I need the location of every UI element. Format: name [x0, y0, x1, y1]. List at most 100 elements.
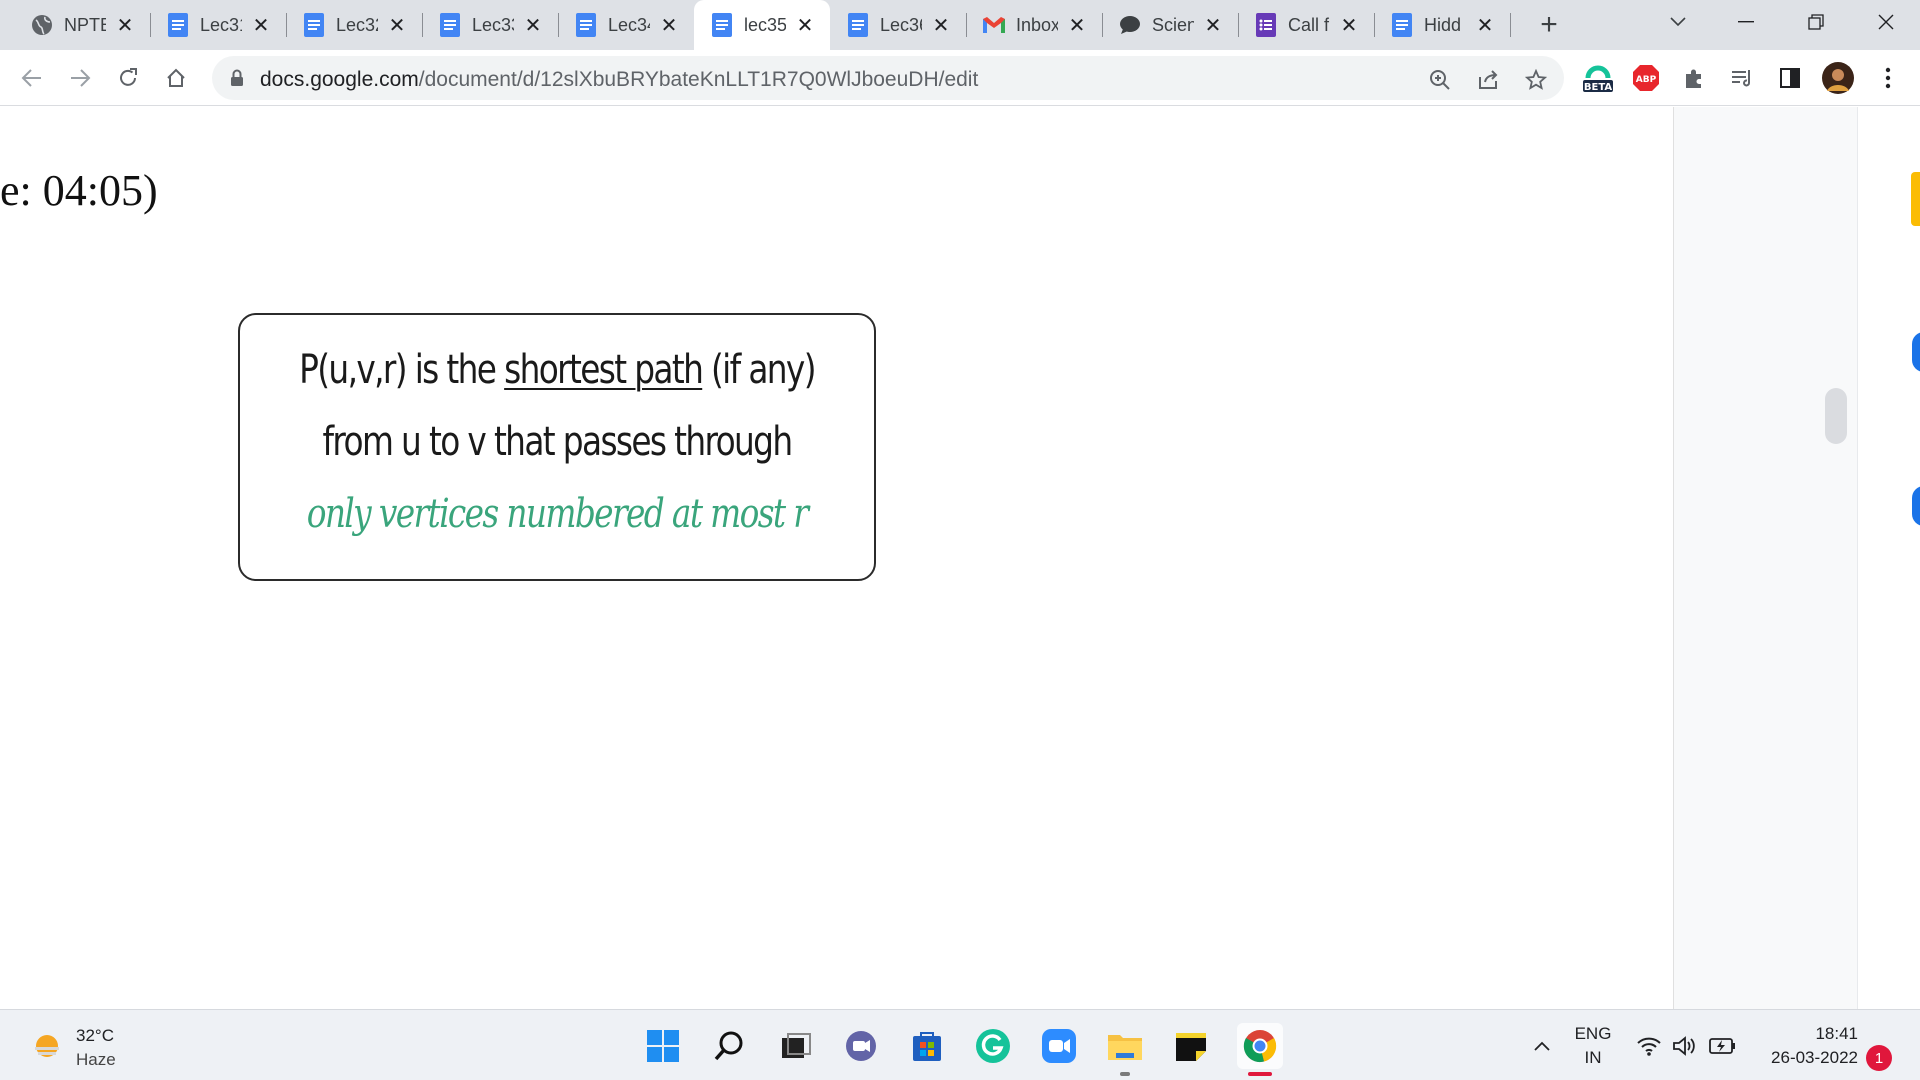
reload-icon[interactable]: [112, 62, 144, 94]
tab-title: Lec31: [200, 14, 242, 35]
scrollbar-thumb[interactable]: [1825, 388, 1847, 444]
sticky-notes-icon[interactable]: [1171, 1026, 1211, 1066]
chrome-active-indicator: [1248, 1072, 1272, 1076]
reading-list-icon[interactable]: [1724, 60, 1760, 96]
url-text: docs.google.com/document/d/12slXbuBRYbat…: [260, 68, 979, 91]
extensions-puzzle-icon[interactable]: [1676, 60, 1712, 96]
tab-strip: NPTE✕Lec31✕Lec32✕Lec33✕Lec34✕lec35✕Lec36…: [0, 0, 1920, 50]
wifi-icon[interactable]: [1630, 1026, 1668, 1066]
tab-title: Lec36: [880, 14, 922, 35]
weather-temperature: 32°C: [76, 1026, 114, 1045]
profile-avatar-icon[interactable]: [1820, 60, 1856, 96]
close-tab-icon[interactable]: ✕: [930, 14, 952, 37]
grammarly-beta-extension-icon[interactable]: BETA: [1580, 60, 1616, 96]
tab-title: NPTE: [64, 14, 106, 35]
browser-tab-6[interactable]: lec35 ✕: [694, 0, 830, 50]
file-explorer-running-indicator: [1120, 1072, 1130, 1076]
home-icon[interactable]: [160, 62, 192, 94]
close-tab-icon[interactable]: ✕: [114, 14, 136, 37]
search-icon[interactable]: [709, 1026, 749, 1066]
close-tab-icon[interactable]: ✕: [794, 14, 816, 37]
zoom-icon[interactable]: [1426, 66, 1454, 94]
close-tab-icon[interactable]: ✕: [1338, 14, 1360, 37]
windows-taskbar: 32°C Haze ENG IN 18:41 26-03-2022 1: [0, 1009, 1920, 1080]
volume-icon[interactable]: [1666, 1026, 1704, 1066]
browser-menu-icon[interactable]: [1870, 60, 1906, 96]
tab-title: Hidd: [1424, 14, 1462, 35]
battery-charging-icon[interactable]: [1704, 1026, 1742, 1066]
close-tab-icon[interactable]: ✕: [658, 14, 680, 37]
browser-tab-9[interactable]: Scien ✕: [1102, 0, 1238, 50]
browser-tab-8[interactable]: Inbox ✕: [966, 0, 1102, 50]
slide-line-3: only vertices numbered at most r: [306, 491, 809, 537]
restore-icon[interactable]: [1786, 0, 1846, 44]
slide-image-box[interactable]: P(u,v,r) is the shortest path (if any) f…: [238, 313, 876, 581]
docs-side-toolbar: [1857, 107, 1920, 1009]
browser-tab-11[interactable]: Hidd ✕: [1374, 0, 1510, 50]
zoom-app-icon[interactable]: [1039, 1026, 1079, 1066]
docs-icon: [574, 13, 598, 37]
document-heading-fragment: e: 04:05): [0, 166, 158, 215]
document-canvas[interactable]: e: 04:05) P(u,v,r) is the shortest path …: [0, 107, 1673, 1009]
browser-tab-3[interactable]: Lec32 ✕: [286, 0, 422, 50]
browser-tab-1[interactable]: NPTE ✕: [14, 0, 150, 50]
calendar-icon[interactable]: [1912, 332, 1920, 372]
language-indicator-bottom[interactable]: IN: [1568, 1048, 1618, 1068]
forward-icon[interactable]: [64, 62, 96, 94]
task-view-icon[interactable]: [775, 1026, 815, 1066]
close-tab-icon[interactable]: ✕: [250, 14, 272, 37]
docs-icon: [710, 13, 734, 37]
tab-title: lec35: [744, 14, 786, 35]
globe-icon: [30, 13, 54, 37]
browser-tab-10[interactable]: Call f ✕: [1238, 0, 1374, 50]
browser-tab-4[interactable]: Lec33 ✕: [422, 0, 558, 50]
close-tab-icon[interactable]: ✕: [522, 14, 544, 37]
close-tab-icon[interactable]: ✕: [1474, 14, 1496, 37]
clock-date[interactable]: 26-03-2022: [1748, 1048, 1858, 1068]
new-tab-button[interactable]: +: [1532, 8, 1566, 42]
start-menu-icon[interactable]: [643, 1026, 683, 1066]
teams-chat-icon[interactable]: [841, 1026, 881, 1066]
notification-badge[interactable]: 1: [1866, 1045, 1892, 1071]
docs-icon: [302, 13, 326, 37]
back-icon[interactable]: [16, 62, 48, 94]
address-bar[interactable]: docs.google.com/document/d/12slXbuBRYbat…: [212, 56, 1564, 100]
browser-tab-5[interactable]: Lec34 ✕: [558, 0, 694, 50]
bookmark-star-icon[interactable]: [1522, 66, 1550, 94]
underlined-phrase: shortest path: [504, 347, 704, 393]
tab-separator: [1510, 13, 1511, 37]
show-hidden-icons-chevron[interactable]: [1522, 1026, 1562, 1066]
weather-haze-icon[interactable]: [32, 1032, 62, 1062]
grammarly-icon[interactable]: [973, 1026, 1013, 1066]
clock-time[interactable]: 18:41: [1748, 1024, 1858, 1044]
close-tab-icon[interactable]: ✕: [1202, 14, 1224, 37]
tab-title: Scien: [1152, 14, 1194, 35]
docs-icon: [846, 13, 870, 37]
adblock-plus-icon[interactable]: ABP: [1628, 60, 1664, 96]
close-tab-icon[interactable]: ✕: [386, 14, 408, 37]
tab-title: Call f: [1288, 14, 1330, 35]
language-indicator-top[interactable]: ENG: [1568, 1024, 1618, 1044]
docs-icon: [438, 13, 462, 37]
share-icon[interactable]: [1474, 66, 1502, 94]
side-panel-icon[interactable]: [1772, 60, 1808, 96]
tab-search-icon[interactable]: [1648, 0, 1708, 44]
chat-icon: [1118, 13, 1142, 37]
browser-tab-7[interactable]: Lec36 ✕: [830, 0, 966, 50]
docs-icon: [1390, 13, 1414, 37]
file-explorer-icon[interactable]: [1105, 1026, 1145, 1066]
svg-text:BETA: BETA: [1584, 82, 1612, 93]
tab-title: Lec34: [608, 14, 650, 35]
minimize-icon[interactable]: [1716, 0, 1776, 44]
docs-side-margin: [1673, 107, 1857, 1009]
microsoft-store-icon[interactable]: [907, 1026, 947, 1066]
weather-description: Haze: [76, 1050, 116, 1069]
close-tab-icon[interactable]: ✕: [1066, 14, 1088, 37]
keep-notes-icon[interactable]: [1911, 172, 1920, 226]
chrome-taskbar-icon[interactable]: [1237, 1023, 1283, 1069]
tab-title: Lec32: [336, 14, 378, 35]
svg-text:ABP: ABP: [1636, 75, 1657, 85]
browser-tab-2[interactable]: Lec31 ✕: [150, 0, 286, 50]
close-window-icon[interactable]: [1856, 0, 1916, 44]
tasks-icon[interactable]: [1912, 486, 1920, 526]
